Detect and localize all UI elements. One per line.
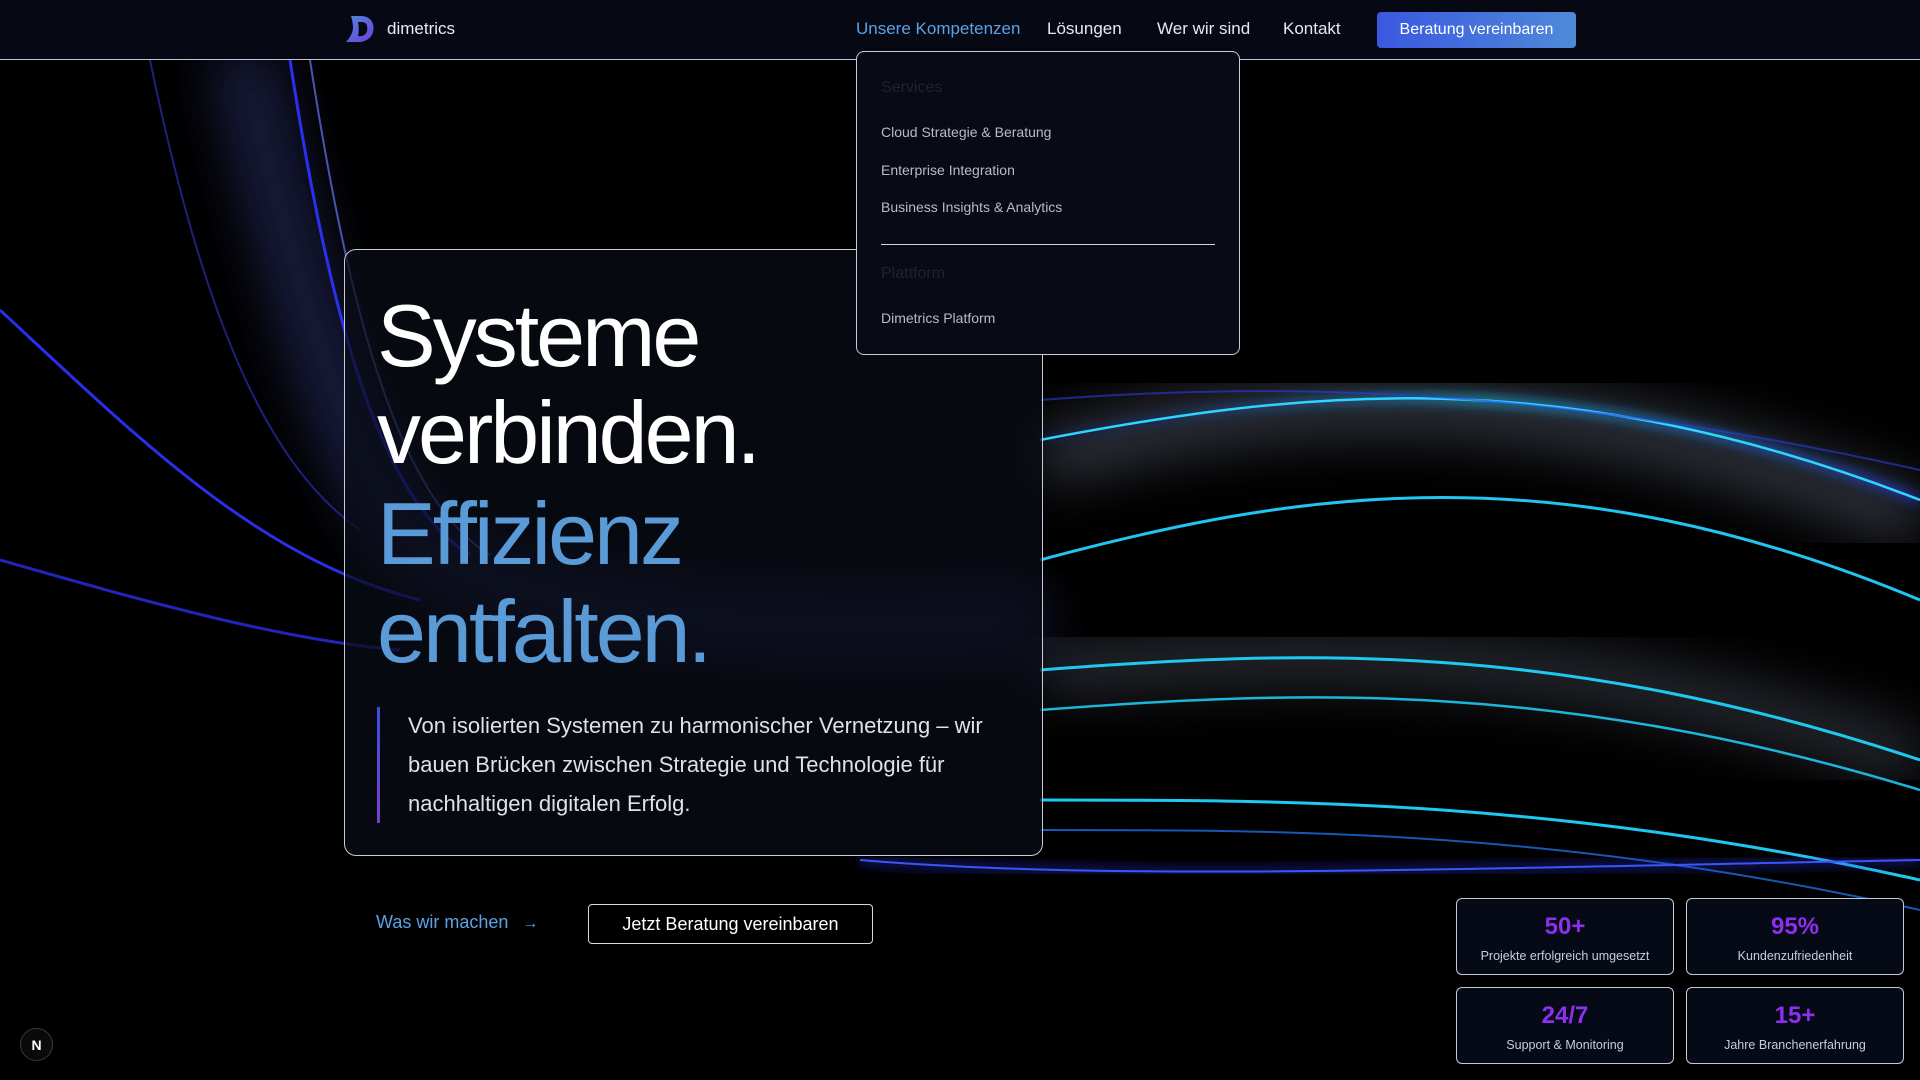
beratung-vereinbaren-button[interactable]: Beratung vereinbaren (1377, 12, 1576, 48)
nav-link-loesungen[interactable]: Lösungen (1047, 19, 1122, 39)
kompetenzen-dropdown: Services Cloud Strategie & Beratung Ente… (856, 51, 1240, 355)
stat-value: 24/7 (1541, 1002, 1589, 1029)
brand-name: dimetrics (387, 19, 456, 38)
stat-label: Projekte erfolgreich umgesetzt (1480, 949, 1650, 963)
jetzt-beratung-vereinbaren-button[interactable]: Jetzt Beratung vereinbaren (588, 904, 873, 944)
stat-card-branchenerfahrung: 15+ Jahre Branchenerfahrung (1686, 987, 1904, 1064)
dropdown-item-cloud-strategie[interactable]: Cloud Strategie & Beratung (881, 124, 1051, 140)
nav-link-kontakt[interactable]: Kontakt (1283, 19, 1341, 39)
dropdown-heading-services: Services (881, 79, 943, 96)
hero-headline-line-4: entfalten. (377, 582, 712, 681)
nav-link-wer-wir-sind[interactable]: Wer wir sind (1157, 19, 1250, 39)
nav-link-unsere-kompetenzen[interactable]: Unsere Kompetenzen (856, 19, 1020, 39)
hero-accent-bar (377, 707, 380, 823)
brand-logo[interactable]: dimetrics (343, 12, 455, 46)
stat-value: 15+ (1774, 1002, 1816, 1029)
stat-label: Support & Monitoring (1506, 1038, 1624, 1052)
dropdown-item-enterprise-integration[interactable]: Enterprise Integration (881, 162, 1015, 178)
stat-label: Jahre Branchenerfahrung (1724, 1038, 1866, 1052)
was-wir-machen-link[interactable]: Was wir machen → (376, 912, 538, 933)
stat-card-kundenzufriedenheit: 95% Kundenzufriedenheit (1686, 898, 1904, 975)
arrow-right-icon: → (522, 915, 539, 932)
dimetrics-logo-icon (346, 16, 374, 43)
nextjs-dev-badge[interactable]: N (20, 1028, 53, 1061)
stat-label: Kundenzufriedenheit (1737, 949, 1853, 963)
stat-value: 50+ (1544, 913, 1586, 940)
was-wir-machen-label: Was wir machen (376, 912, 509, 932)
stat-card-support: 24/7 Support & Monitoring (1456, 987, 1674, 1064)
stat-value: 95% (1770, 913, 1820, 940)
hero-subtitle: Von isolierten Systemen zu harmonischer … (408, 713, 983, 816)
hero-headline-line-2: verbinden. (377, 383, 761, 482)
dropdown-item-business-insights[interactable]: Business Insights & Analytics (881, 199, 1062, 215)
dropdown-item-dimetrics-platform[interactable]: Dimetrics Platform (881, 310, 995, 326)
stat-card-projekte: 50+ Projekte erfolgreich umgesetzt (1456, 898, 1674, 975)
hero-headline-line-3: Effizienz (377, 484, 684, 583)
dropdown-heading-plattform: Plattform (881, 265, 946, 282)
hero-headline-line-1: Systeme (377, 286, 701, 385)
dropdown-divider (881, 244, 1215, 245)
